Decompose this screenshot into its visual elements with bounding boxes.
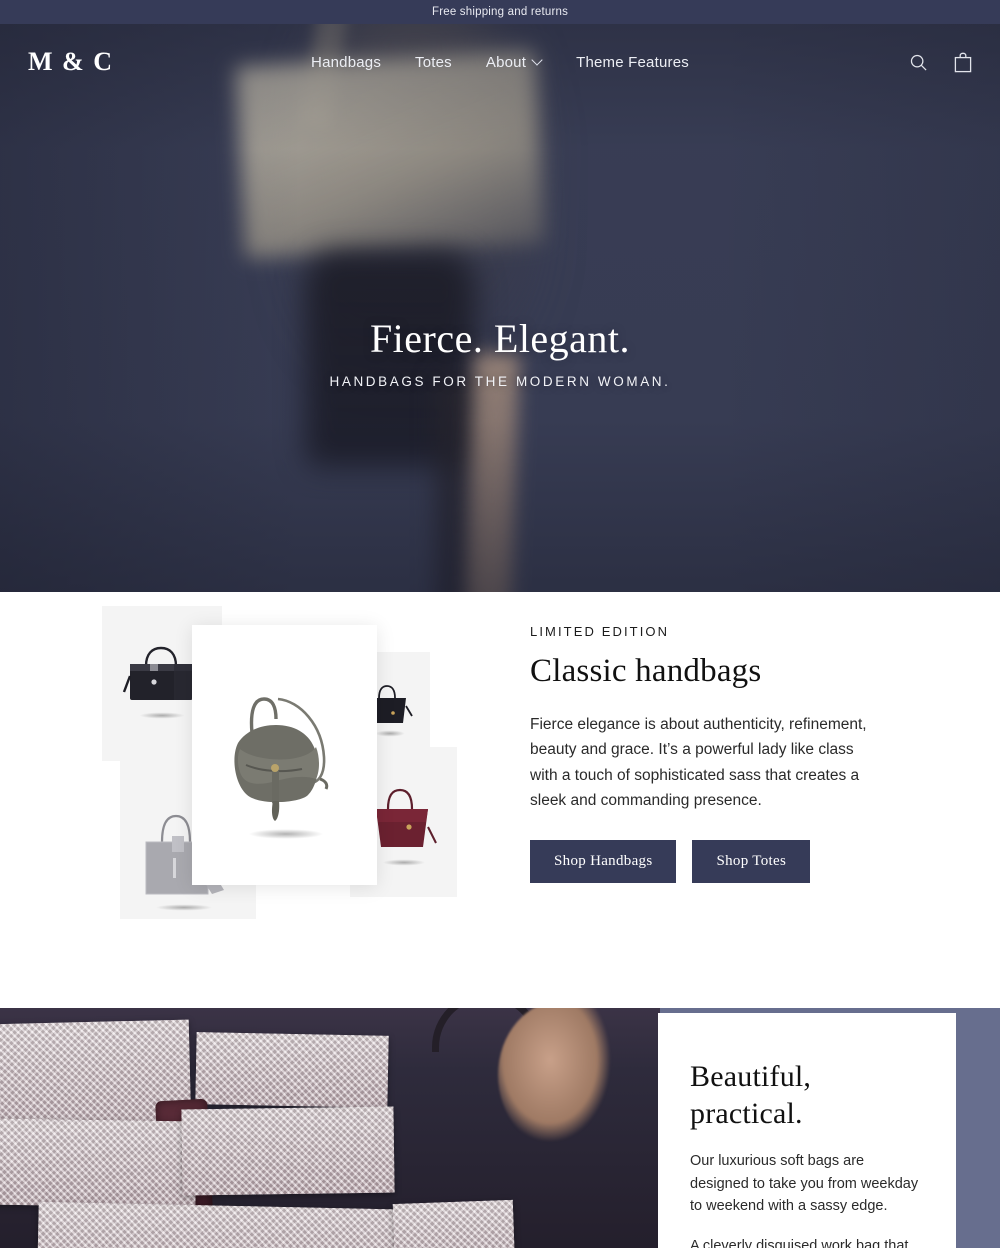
site-header: M & C Handbags Totes About Theme Feature… xyxy=(0,24,1000,100)
main-navigation: Handbags Totes About Theme Features xyxy=(311,54,689,71)
product-collage xyxy=(0,592,530,1008)
shop-totes-button[interactable]: Shop Totes xyxy=(692,839,811,883)
site-logo[interactable]: M & C xyxy=(28,47,311,77)
nav-label: Handbags xyxy=(311,53,382,71)
bottom-title-line2: practical. xyxy=(690,1096,803,1130)
nav-item-totes[interactable]: Totes xyxy=(415,54,452,71)
feature-button-row: Shop Handbags Shop Totes xyxy=(530,839,878,883)
nav-item-theme-features[interactable]: Theme Features xyxy=(576,54,689,71)
feature-text-block: LIMITED EDITION Classic handbags Fierce … xyxy=(530,592,878,1008)
collage-card-featured-backpack[interactable] xyxy=(192,625,377,885)
bottom-title-line1: Beautiful, xyxy=(690,1060,812,1093)
nav-label: About xyxy=(485,53,527,71)
nav-label: Totes xyxy=(415,53,452,71)
chevron-down-icon xyxy=(533,56,542,65)
header-icons xyxy=(689,52,972,73)
bottom-body-1: Our luxurious soft bags are designed to … xyxy=(690,1153,919,1215)
hero-section: M & C Handbags Totes About Theme Feature… xyxy=(0,24,1000,592)
bottom-body-2: A cleverly disguised work bag that xyxy=(690,1237,909,1248)
nav-item-about[interactable]: About xyxy=(486,54,542,71)
bottom-title: Beautiful, practical. xyxy=(690,1059,922,1132)
announcement-text: Free shipping and returns xyxy=(431,6,569,18)
feature-section: LIMITED EDITION Classic handbags Fierce … xyxy=(0,592,1000,1008)
hero-background-image xyxy=(0,24,1000,592)
search-icon[interactable] xyxy=(909,53,928,72)
nav-label: Theme Features xyxy=(576,53,689,71)
handbag-gray-backpack xyxy=(216,673,356,841)
feature-eyebrow: LIMITED EDITION xyxy=(530,624,670,639)
hero-title: Fierce. Elegant. xyxy=(369,316,631,361)
bottom-section: Beautiful, practical. Our luxurious soft… xyxy=(0,1008,1000,1248)
cart-icon[interactable] xyxy=(954,52,972,73)
feature-title: Classic handbags xyxy=(530,653,762,689)
feature-body: Fierce elegance is about authenticity, r… xyxy=(530,716,867,810)
bottom-text-card: Beautiful, practical. Our luxurious soft… xyxy=(658,1013,956,1248)
announcement-bar: Free shipping and returns xyxy=(0,0,1000,24)
nav-item-handbags[interactable]: Handbags xyxy=(311,54,381,71)
bottom-background-image xyxy=(0,1008,660,1248)
shop-handbags-button[interactable]: Shop Handbags xyxy=(530,839,677,883)
hero-subtitle: HANDBAGS FOR THE MODERN WOMAN. xyxy=(329,374,671,389)
hero-copy: Fierce. Elegant. HANDBAGS FOR THE MODERN… xyxy=(0,316,1000,389)
studded-bag-stack xyxy=(0,1016,660,1248)
